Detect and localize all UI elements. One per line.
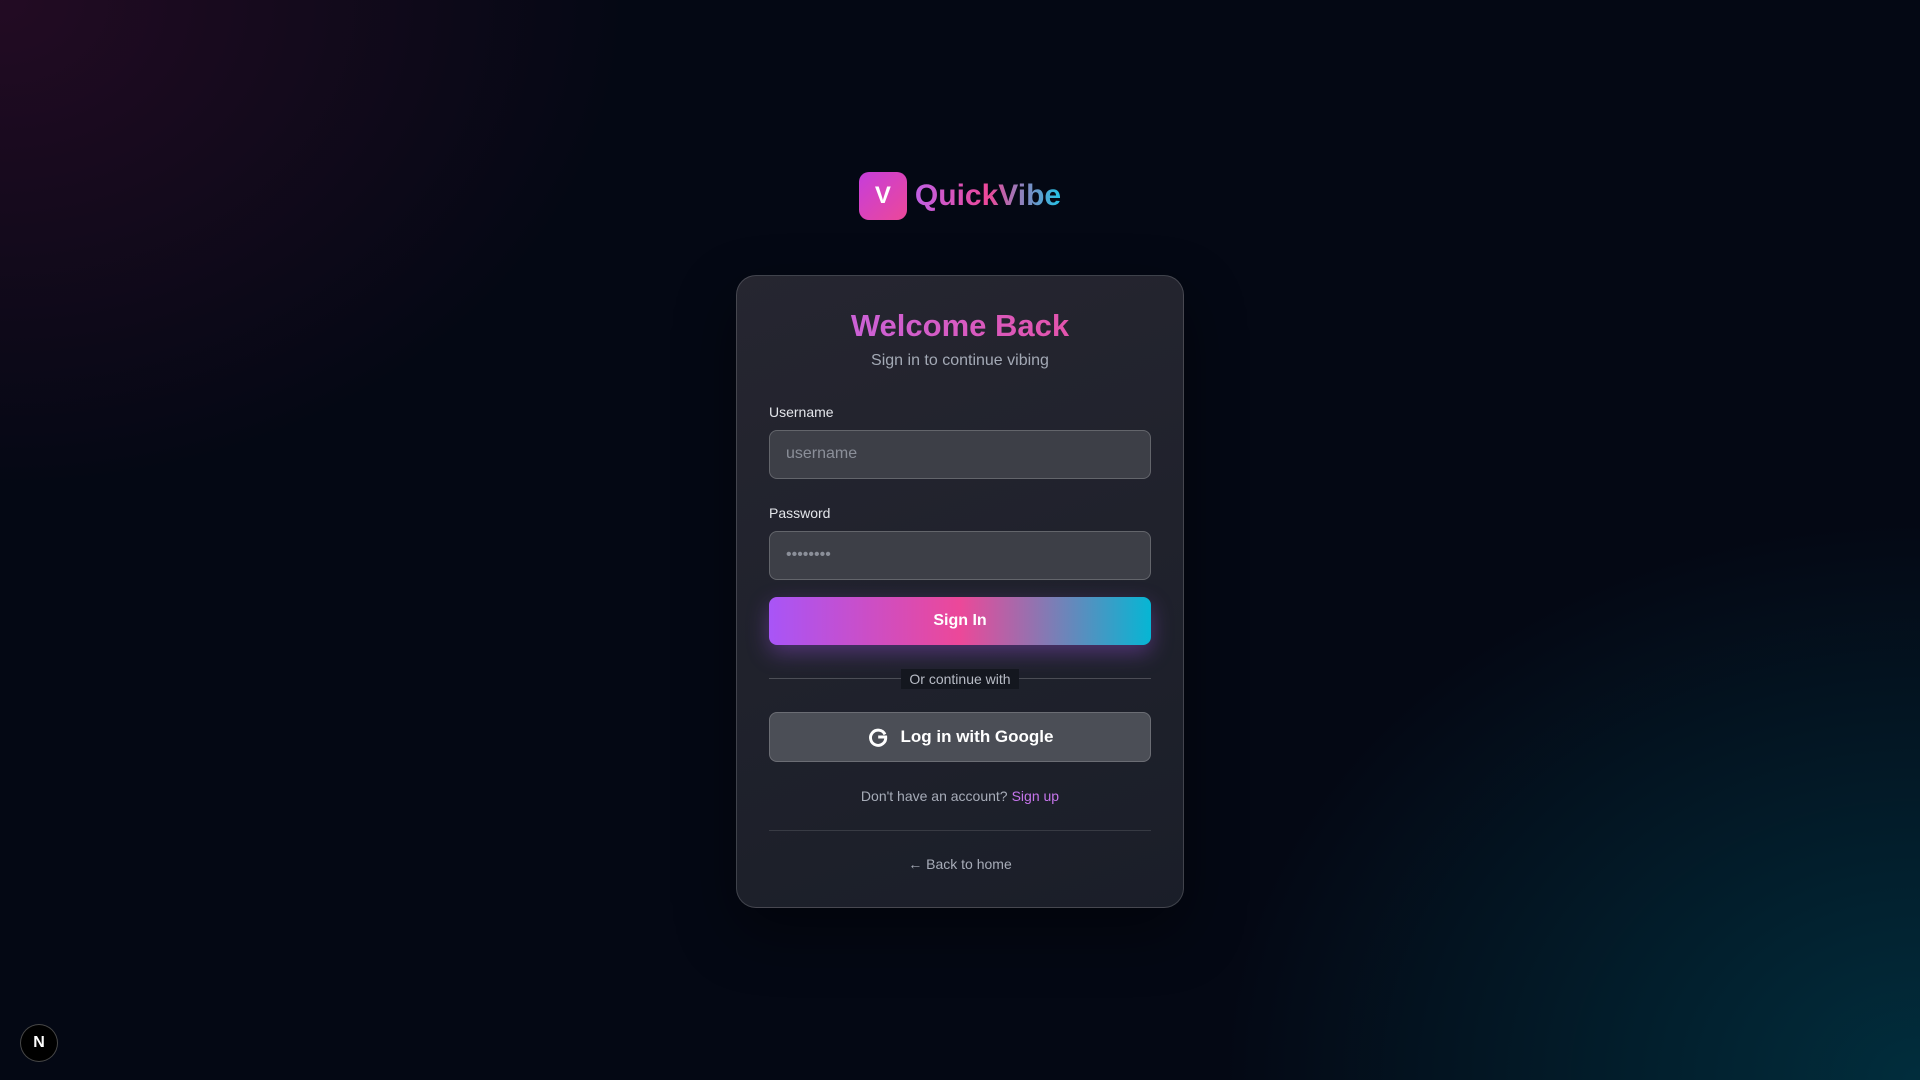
corner-n-badge[interactable]: N: [20, 1024, 58, 1062]
divider-text: Or continue with: [901, 668, 1019, 689]
google-icon: [867, 726, 889, 748]
signup-prompt: Don't have an account?: [860, 787, 1008, 804]
brand-header: V QuickVibe: [0, 172, 1920, 220]
username-label: Username: [769, 403, 834, 420]
page-title: Welcome Back: [769, 308, 1151, 344]
signup-row: Don't have an account? Sign up: [769, 788, 1151, 804]
card-separator: [769, 829, 1151, 831]
sign-in-button[interactable]: Sign In: [769, 596, 1151, 645]
google-login-label: Log in with Google: [900, 726, 1054, 746]
username-input[interactable]: [769, 429, 1151, 479]
password-label: Password: [769, 504, 831, 521]
login-card: Welcome Back Sign in to continue vibing …: [736, 275, 1184, 908]
page-subtitle: Sign in to continue vibing: [871, 351, 1049, 369]
google-login-button[interactable]: Log in with Google: [769, 711, 1151, 762]
sign-up-link[interactable]: Sign up: [1012, 788, 1059, 804]
password-input[interactable]: [769, 530, 1151, 580]
brand-logo-badge: V: [858, 172, 907, 220]
brand-name: QuickVibe: [914, 179, 1062, 212]
back-to-home-link[interactable]: ← Back to home: [769, 856, 1151, 872]
divider: Or continue with: [769, 668, 1151, 690]
